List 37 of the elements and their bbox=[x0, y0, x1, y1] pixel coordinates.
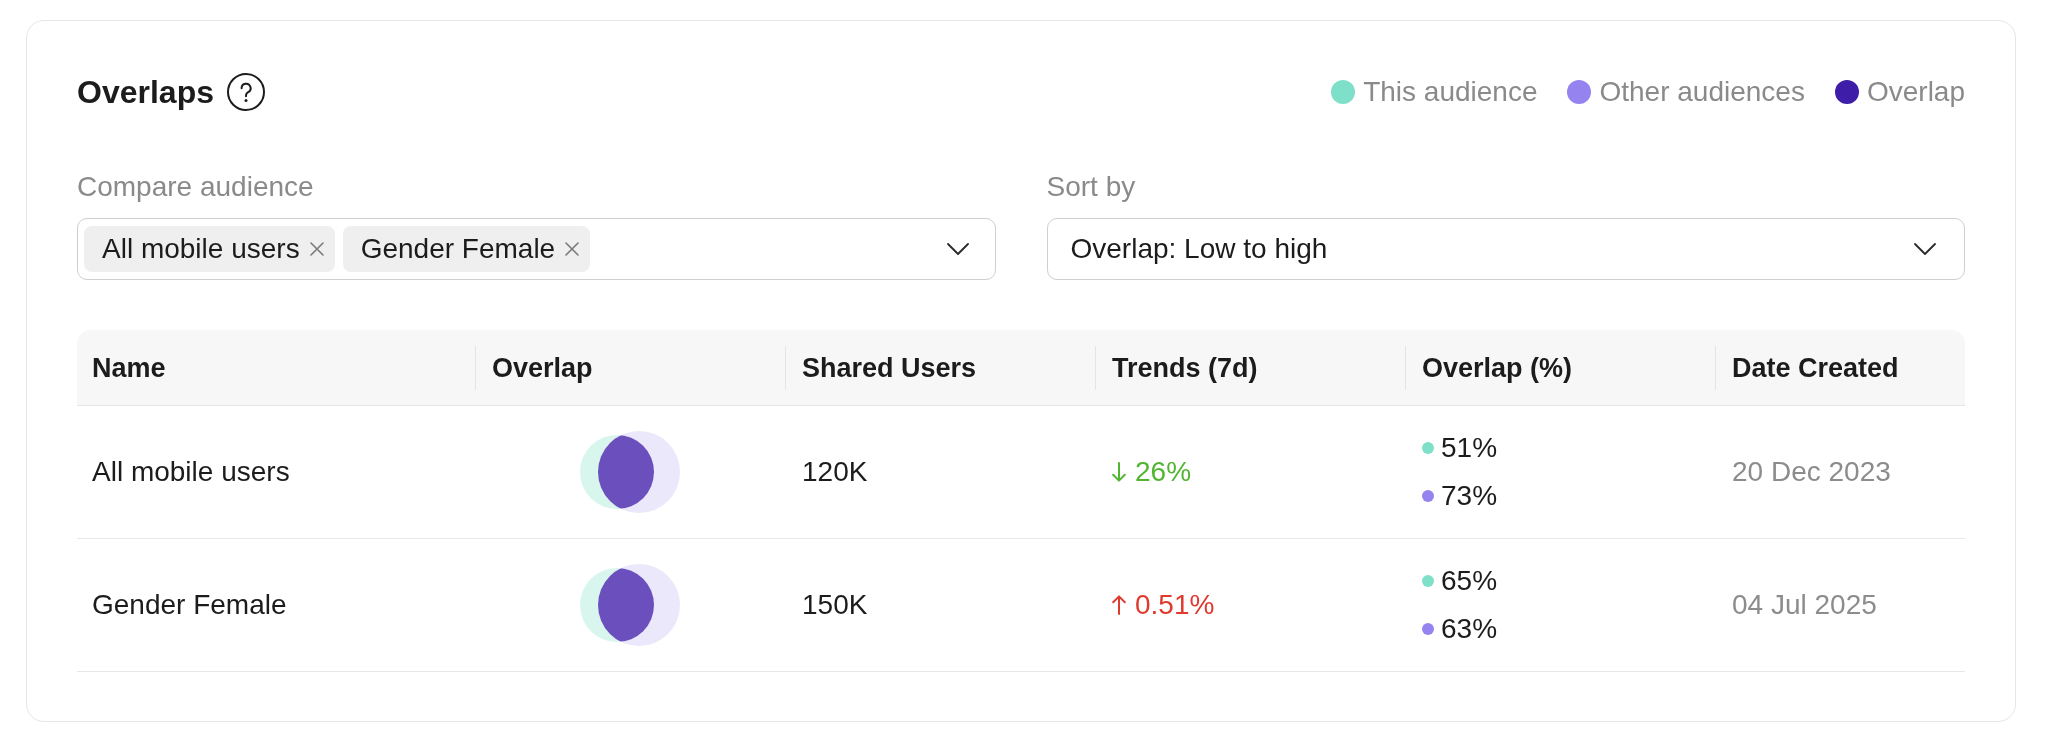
help-icon[interactable] bbox=[226, 73, 265, 111]
trend-value: 26% bbox=[1135, 456, 1192, 488]
close-icon[interactable] bbox=[309, 242, 324, 256]
section-title: Overlaps bbox=[77, 73, 214, 111]
audience-select[interactable]: All mobile users Gender Female bbox=[77, 218, 996, 280]
audience-chip[interactable]: All mobile users bbox=[84, 226, 335, 272]
close-icon[interactable] bbox=[565, 242, 580, 256]
chevron-down-icon bbox=[1914, 243, 1936, 255]
field-label: Compare audience bbox=[77, 171, 314, 203]
legend-label: Overlap bbox=[1866, 75, 1965, 109]
overlap-percent: 63% bbox=[1441, 613, 1498, 645]
chevron-down-icon bbox=[946, 243, 969, 255]
audience-chip[interactable]: Gender Female bbox=[342, 226, 591, 272]
venn-diagram-icon bbox=[580, 431, 680, 513]
column-header: Shared Users bbox=[785, 345, 1095, 390]
venn-diagram-icon bbox=[580, 564, 680, 646]
table-cell: 20 Dec 2023 bbox=[1732, 456, 1891, 488]
arrow-up-icon bbox=[1112, 595, 1126, 615]
overlap-percent: 51% bbox=[1441, 432, 1498, 464]
legend-label: Other audiences bbox=[1599, 75, 1805, 109]
overlap-percent: 73% bbox=[1441, 480, 1498, 512]
column-header: Trends (7d) bbox=[1095, 345, 1405, 390]
arrow-down-icon bbox=[1112, 462, 1126, 482]
trend-value: 0.51% bbox=[1135, 589, 1215, 621]
overlap-percent: 65% bbox=[1441, 565, 1498, 597]
table-cell: 04 Jul 2025 bbox=[1732, 589, 1877, 621]
field-label: Sort by bbox=[1046, 171, 1136, 203]
table-cell: 150K bbox=[802, 589, 868, 621]
column-header: Date Created bbox=[1715, 345, 1965, 390]
column-header: Overlap (%) bbox=[1405, 345, 1715, 390]
table-cell: All mobile users bbox=[92, 456, 290, 488]
sort-select[interactable]: Overlap: Low to high bbox=[1046, 218, 1965, 280]
legend-label: This audience bbox=[1363, 75, 1538, 109]
column-header: Overlap bbox=[475, 345, 785, 390]
table-cell: 120K bbox=[802, 456, 868, 488]
table-cell: Gender Female bbox=[92, 589, 287, 621]
column-header: Name bbox=[91, 351, 167, 385]
